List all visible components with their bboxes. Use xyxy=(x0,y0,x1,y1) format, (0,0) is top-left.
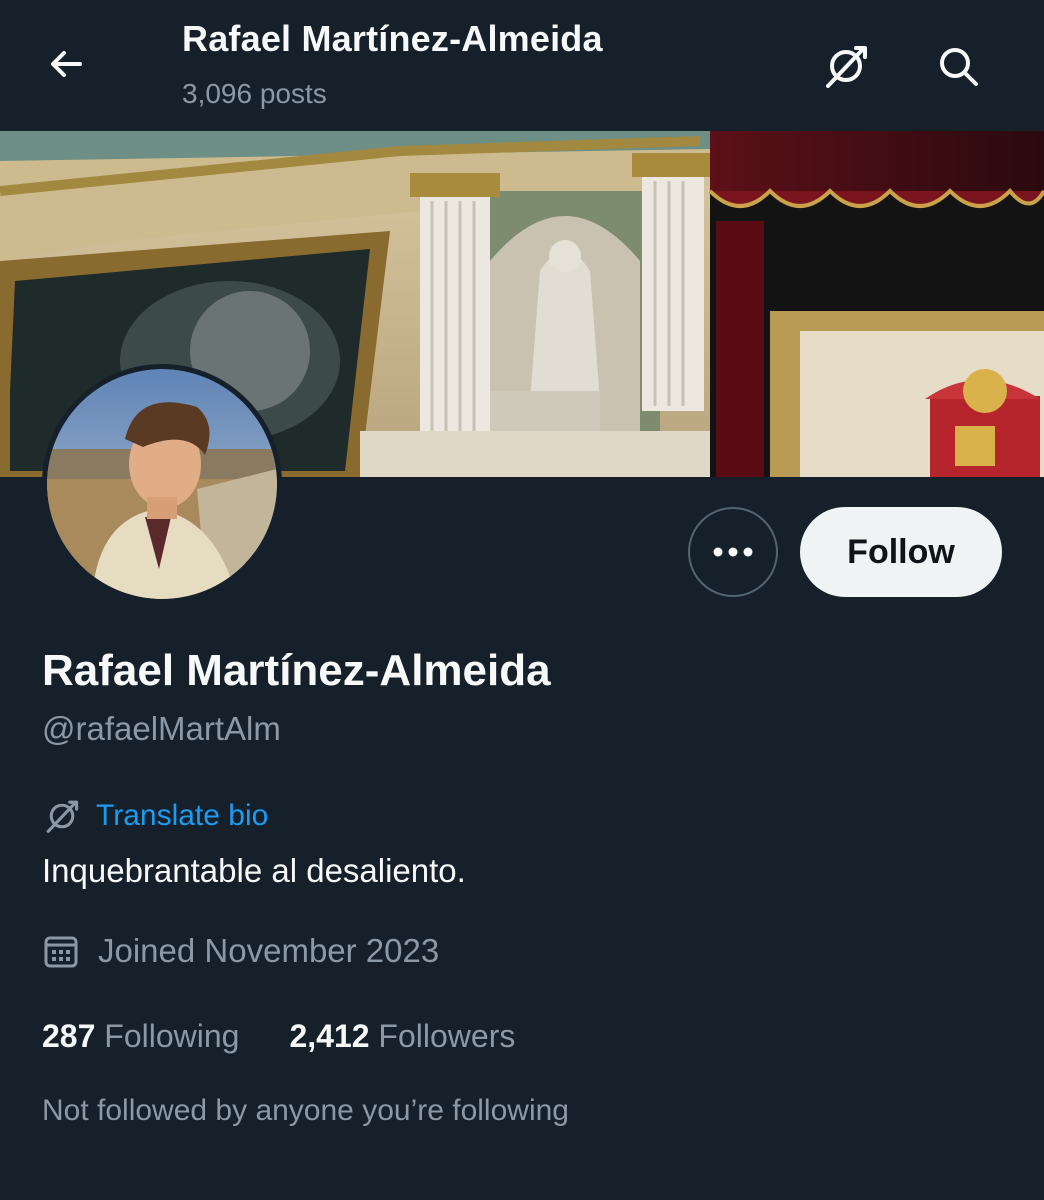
follow-button[interactable]: Follow xyxy=(800,507,1002,597)
more-horizontal-icon xyxy=(713,547,753,557)
followers-label: Followers xyxy=(378,1018,516,1054)
profile-bio: Inquebrantable al desaliento. xyxy=(42,852,466,889)
avatar-image xyxy=(47,369,277,599)
profile-handle: @rafaelMartAlm xyxy=(42,710,281,747)
header-title: Rafael Martínez-Almeida xyxy=(182,18,603,59)
translate-off-icon xyxy=(826,46,867,88)
search-icon xyxy=(940,48,978,86)
mutuals-note: Not followed by anyone you’re following xyxy=(42,1094,569,1127)
following-link[interactable]: 287 Following xyxy=(42,1018,239,1055)
following-label: Following xyxy=(104,1018,240,1054)
top-bar: Rafael Martínez-Almeida 3,096 posts xyxy=(0,0,1044,131)
joined-date: Joined November 2023 xyxy=(42,932,439,970)
translate-off-icon xyxy=(46,800,79,833)
arrow-left-icon xyxy=(51,51,82,77)
followers-link[interactable]: 2,412 Followers xyxy=(289,1018,515,1055)
avatar[interactable] xyxy=(42,364,282,604)
joined-label: Joined November 2023 xyxy=(98,932,440,969)
profile-display-name: Rafael Martínez-Almeida xyxy=(42,646,551,695)
more-options-button[interactable] xyxy=(688,507,778,597)
header-post-count: 3,096 posts xyxy=(182,78,327,109)
following-count: 287 xyxy=(42,1018,96,1054)
translate-bio-label[interactable]: Translate bio xyxy=(96,799,268,833)
back-button[interactable] xyxy=(36,34,96,94)
follow-stats: 287 Following 2,412 Followers xyxy=(42,1018,515,1055)
translate-bio-link[interactable]: Translate bio xyxy=(42,796,268,836)
calendar-icon xyxy=(44,936,78,968)
search-button[interactable] xyxy=(928,36,988,96)
translate-button[interactable] xyxy=(816,36,876,96)
followers-count: 2,412 xyxy=(289,1018,370,1054)
